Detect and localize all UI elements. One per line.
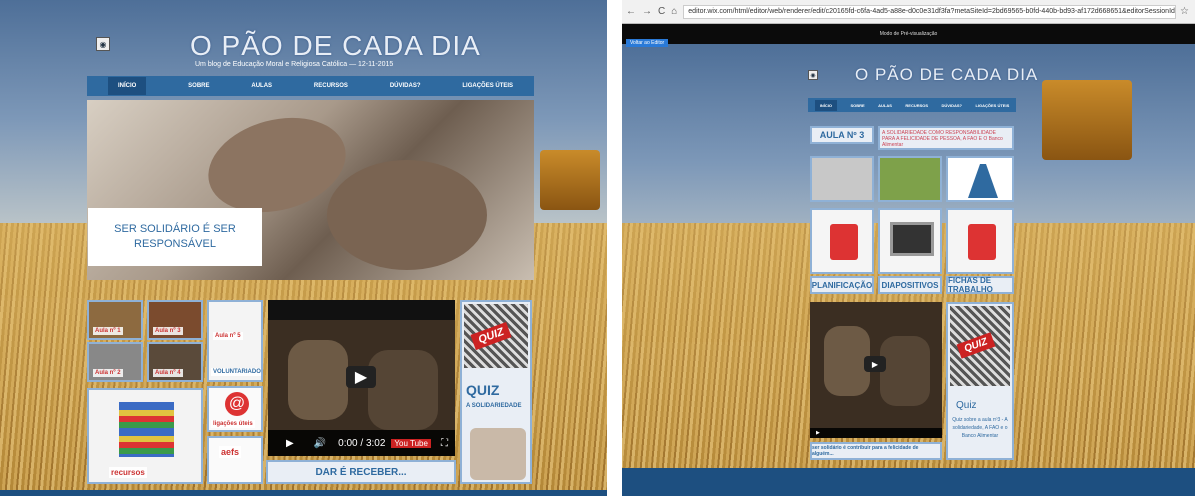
video-controls: ▶ <box>810 428 942 438</box>
volume-icon[interactable]: 🔊 <box>314 438 326 449</box>
left-screenshot: ◉ O PÃO DE CADA DIA Um blog de Educação … <box>0 0 607 496</box>
nav-duvidas[interactable]: DÚVIDAS? <box>942 103 962 108</box>
star-icon[interactable]: ☆ <box>1180 6 1189 17</box>
fullscreen-icon[interactable]: ⛶ <box>441 438 448 449</box>
quiz-description: Quiz sobre a aula nº3 - A solidariedade,… <box>952 417 1008 439</box>
nav-aulas[interactable]: AULAS <box>878 103 892 108</box>
hand-shape <box>327 160 487 270</box>
tile-aula-2[interactable]: Aula nº 2 <box>87 342 143 382</box>
nav-sobre[interactable]: SOBRE <box>850 103 864 108</box>
diapositivos-tile[interactable] <box>878 208 942 274</box>
site-logo[interactable]: ◉ <box>96 37 110 51</box>
main-nav: INÍCIO SOBRE AULAS RECURSOS DÚVIDAS? LIG… <box>87 76 534 96</box>
books-icon <box>119 402 174 457</box>
banco-alimentar-tile[interactable] <box>946 156 1014 202</box>
tile-label: ligações úteis <box>211 420 255 428</box>
combine-harvester <box>540 150 600 210</box>
video-player[interactable]: ▶ ▶ <box>810 302 942 438</box>
video-figure <box>880 336 930 406</box>
preview-mode-label: Modo de Pré-visualização <box>879 31 938 37</box>
site-title[interactable]: O PÃO DE CADA DIA <box>855 65 1038 85</box>
site-subtitle: Um blog de Educação Moral e Religiosa Ca… <box>195 61 394 68</box>
video-caption[interactable]: ser solidário é contribuir para a felici… <box>810 442 942 460</box>
quiz-subtitle: A SOLIDARIEDADE <box>466 403 522 409</box>
lesson-title: AULA Nº 3 <box>810 126 874 144</box>
reload-icon[interactable]: C <box>658 6 665 17</box>
editor-preview-bar: Modo de Pré-visualização <box>622 24 1195 44</box>
pdf-icon <box>830 224 858 260</box>
tile-label: recursos <box>109 467 147 478</box>
play-button[interactable]: ▶ <box>864 356 886 372</box>
planificacao-label[interactable]: PLANIFICAÇÃO <box>810 276 874 294</box>
tile-label: Aula nº 5 <box>213 332 243 340</box>
right-screenshot: ← → C ⌂ editor.wix.com/html/editor/web/r… <box>622 0 1195 496</box>
tile-label: Aula nº 2 <box>93 369 123 377</box>
hands-image <box>470 428 526 480</box>
video-time: 0:00 / 3:02 <box>338 437 386 449</box>
video-controls: ▶ 🔊 0:00 / 3:02 You Tube ⛶ <box>268 430 455 456</box>
quiz-title: Quiz <box>956 400 977 411</box>
nav-sobre[interactable]: SOBRE <box>188 83 209 89</box>
tile-aula-5[interactable]: Aula nº 5 VOLUNTARIADO <box>207 300 263 382</box>
combine-harvester <box>1042 80 1132 160</box>
tile-recursos[interactable]: recursos <box>87 388 203 484</box>
banco-alimentar-logo <box>968 164 998 198</box>
play-icon[interactable]: ▶ <box>286 438 294 449</box>
youtube-logo[interactable]: You Tube <box>391 438 431 448</box>
forward-icon[interactable]: → <box>642 6 652 17</box>
tile-aula-1[interactable]: Aula nº 1 <box>87 300 143 340</box>
quiz-panel[interactable]: QUIZ QUIZ A SOLIDARIEDADE <box>460 300 532 484</box>
nav-ligacoes[interactable]: LIGAÇÕES ÚTEIS <box>462 83 513 89</box>
nav-aulas[interactable]: AULAS <box>251 83 272 89</box>
site-logo[interactable]: ◉ <box>808 70 818 80</box>
image-tile[interactable] <box>810 156 874 202</box>
tile-label: VOLUNTARIADO <box>211 368 261 376</box>
quiz-title: QUIZ <box>466 382 500 398</box>
nav-recursos[interactable]: RECURSOS <box>314 83 348 89</box>
monitor-icon <box>890 222 934 256</box>
play-button[interactable]: ▶ <box>346 366 376 388</box>
tile-label: Aula nº 4 <box>153 369 183 377</box>
address-bar[interactable]: editor.wix.com/html/editor/web/renderer/… <box>683 4 1177 19</box>
tile-label: Aula nº 3 <box>153 327 183 335</box>
nav-ligacoes[interactable]: LIGAÇÕES ÚTEIS <box>975 103 1009 108</box>
back-to-editor-button[interactable]: Voltar ao Editor <box>626 39 669 47</box>
nav-duvidas[interactable]: DÚVIDAS? <box>390 83 421 89</box>
footer-band <box>0 490 607 496</box>
lesson-description: A SOLIDARIEDADE COMO RESPONSABILIDADE PA… <box>878 126 1014 150</box>
home-icon[interactable]: ⌂ <box>671 6 677 17</box>
play-icon[interactable]: ▶ <box>816 430 820 436</box>
tile-label: Aula nº 1 <box>93 327 123 335</box>
nav-inicio[interactable]: INÍCIO <box>107 77 147 95</box>
fao-logo-tile[interactable] <box>878 156 942 202</box>
site-title[interactable]: O PÃO DE CADA DIA <box>190 30 481 62</box>
dar-e-receber-button[interactable]: DAR É RECEBER... <box>266 460 456 484</box>
tile-aula-4[interactable]: Aula nº 4 <box>147 342 203 382</box>
browser-toolbar: ← → C ⌂ editor.wix.com/html/editor/web/r… <box>622 0 1195 24</box>
pdf-icon <box>968 224 996 260</box>
fichas-tile[interactable] <box>946 208 1014 274</box>
footer-band <box>622 468 1195 496</box>
video-figure <box>288 340 348 420</box>
tile-aefs[interactable]: aefs <box>207 436 263 484</box>
at-sign-icon: @ <box>225 392 249 416</box>
tile-ligacoes[interactable]: @ ligações úteis <box>207 386 263 432</box>
nav-inicio[interactable]: INÍCIO <box>814 99 837 111</box>
back-icon[interactable]: ← <box>626 6 636 17</box>
tile-aula-3[interactable]: Aula nº 3 <box>147 300 203 340</box>
fichas-label[interactable]: FICHAS DE TRABALHO <box>946 276 1014 294</box>
planificacao-tile[interactable] <box>810 208 874 274</box>
tile-label: aefs <box>219 446 242 458</box>
hero-caption[interactable]: SER SOLIDÁRIO É SER RESPONSÁVEL <box>88 208 262 266</box>
video-player[interactable]: ▶ ▶ 🔊 0:00 / 3:02 You Tube ⛶ <box>268 300 455 456</box>
video-figure <box>368 350 438 430</box>
video-topbar <box>268 300 455 320</box>
quiz-panel[interactable]: QUIZ Quiz Quiz sobre a aula nº3 - A soli… <box>946 302 1014 460</box>
nav-recursos[interactable]: RECURSOS <box>905 103 928 108</box>
diapositivos-label[interactable]: DIAPOSITIVOS <box>878 276 942 294</box>
main-nav: INÍCIO SOBRE AULAS RECURSOS DÚVIDAS? LIG… <box>808 98 1016 112</box>
